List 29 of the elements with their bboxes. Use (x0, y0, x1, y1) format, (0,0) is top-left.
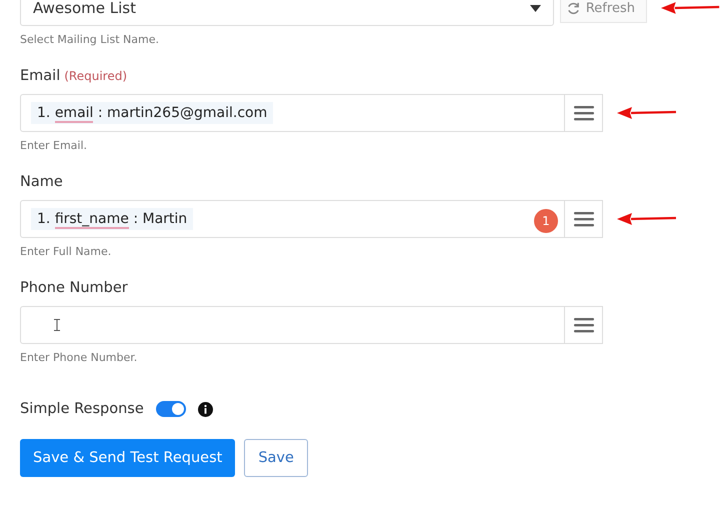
field-label: Phone Number (20, 280, 128, 296)
field-label: Email (20, 68, 60, 84)
menu-button[interactable] (565, 306, 603, 344)
menu-icon (574, 105, 594, 121)
menu-icon (574, 211, 594, 227)
mapped-field-tag[interactable]: 1. first_name : Martin (31, 208, 194, 230)
save-button[interactable]: Save (244, 439, 308, 477)
toggle-label: Simple Response (20, 401, 144, 417)
menu-button[interactable] (565, 200, 603, 238)
mapped-field-tag[interactable]: 1. email : martin265@gmail.com (31, 102, 274, 124)
menu-icon (574, 317, 594, 333)
field-hint: Enter Phone Number. (20, 351, 138, 364)
field-hint: Select Mailing List Name. (20, 33, 160, 46)
save-and-send-button[interactable]: Save & Send Test Request (20, 439, 236, 477)
mailing-list-select[interactable]: Awesome List (20, 0, 554, 26)
info-icon[interactable] (198, 402, 213, 416)
field-hint: Enter Email. (20, 139, 88, 152)
select-value: Awesome List (33, 0, 136, 17)
required-note: (Required) (64, 69, 128, 83)
field-hint: Enter Full Name. (20, 245, 112, 258)
count-badge: 1 (534, 209, 558, 233)
caret-icon (530, 4, 541, 12)
refresh-icon (566, 2, 580, 14)
field-label: Name (20, 174, 63, 190)
input-field[interactable] (20, 306, 565, 344)
toggle-switch[interactable] (156, 401, 186, 417)
input-field[interactable]: 1. email : martin265@gmail.com (20, 94, 565, 132)
menu-button[interactable] (565, 94, 603, 132)
input-field[interactable]: 1. first_name : Martin 1 (20, 200, 565, 238)
